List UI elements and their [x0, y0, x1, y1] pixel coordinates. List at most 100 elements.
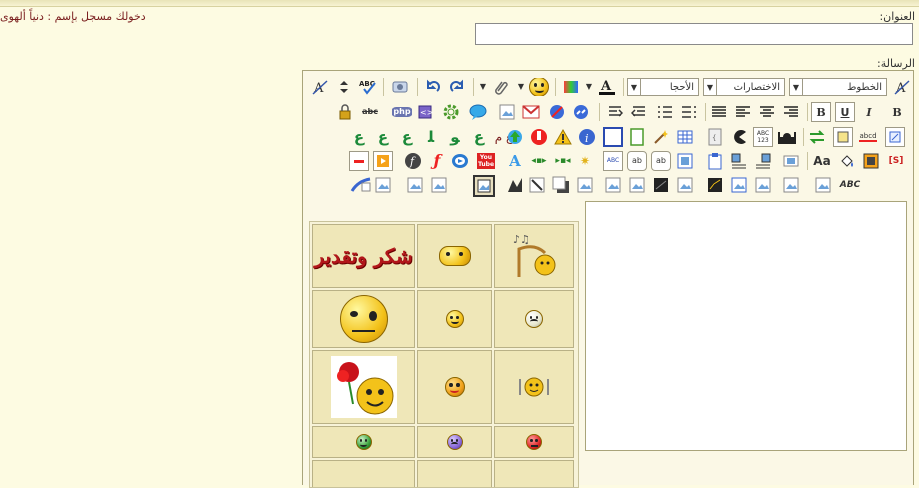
real-player-icon[interactable]: [449, 151, 469, 171]
smilie-icon[interactable]: [527, 77, 551, 97]
flash-icon[interactable]: ƒ: [427, 151, 447, 171]
size-select[interactable]: ▼ الأحجا: [627, 78, 699, 96]
music-harp-smilie[interactable]: ♪♫: [494, 224, 574, 288]
spellcheck-icon[interactable]: ABC: [357, 77, 379, 97]
angry-smilie[interactable]: [494, 426, 574, 458]
image-placeholder-8-icon[interactable]: [729, 175, 749, 195]
box-frame-icon[interactable]: [603, 127, 623, 147]
undo-icon[interactable]: [423, 77, 443, 97]
image-frame-icon[interactable]: [675, 151, 695, 171]
image-placeholder-6-icon[interactable]: [627, 175, 647, 195]
background-color-icon[interactable]: [559, 77, 583, 97]
table-icon[interactable]: [675, 127, 695, 147]
lock-icon[interactable]: [335, 102, 355, 122]
image-placeholder-11-icon[interactable]: [813, 175, 833, 195]
skeptic-smilie[interactable]: [312, 290, 415, 348]
rose-smilie[interactable]: [312, 350, 415, 424]
horizontal-rule-icon[interactable]: [349, 151, 369, 171]
settings-gear-icon[interactable]: [441, 102, 461, 122]
shortcuts-select[interactable]: ▼ الاختصارات: [703, 78, 785, 96]
title-input[interactable]: [475, 23, 913, 45]
swap-direction-icon[interactable]: [335, 77, 353, 97]
preview-icon[interactable]: [389, 77, 411, 97]
paint-brush-icon[interactable]: [349, 175, 373, 195]
italic-button[interactable]: I: [859, 102, 879, 122]
rtl-direction-icon[interactable]: [629, 102, 649, 122]
dollar-tag-icon[interactable]: [S]: [885, 151, 907, 171]
smilie-cell-empty-1[interactable]: [312, 460, 415, 487]
align-left-icon[interactable]: [733, 102, 753, 122]
redo-icon[interactable]: [447, 77, 467, 97]
border-icon[interactable]: [833, 127, 853, 147]
image-placeholder-3-icon[interactable]: [429, 175, 449, 195]
justify-icon[interactable]: [709, 102, 729, 122]
smilie-cell-empty-3[interactable]: [494, 460, 574, 487]
info-icon[interactable]: i: [577, 127, 597, 147]
php-icon[interactable]: php: [391, 102, 413, 122]
email-icon[interactable]: [521, 102, 541, 122]
ab-button-1[interactable]: ab: [627, 151, 647, 171]
smilie-dropdown-arrow-icon[interactable]: ▼: [515, 77, 527, 97]
font-style-icon[interactable]: A: [891, 77, 913, 97]
marquee-left-icon[interactable]: ◂▪▸: [527, 151, 551, 171]
sad-smilie[interactable]: [417, 426, 492, 458]
image-placeholder-1-icon[interactable]: [373, 175, 393, 195]
html-code-icon[interactable]: <>: [415, 102, 435, 122]
arabic-letter-3-icon[interactable]: ع: [397, 127, 417, 147]
photo-effect-1-icon[interactable]: [505, 175, 525, 195]
fill-bucket-icon[interactable]: [837, 151, 857, 171]
warning-icon[interactable]: [553, 127, 573, 147]
ordered-list-icon[interactable]: [655, 102, 675, 122]
flat-smilie[interactable]: [417, 224, 492, 288]
scroll-text-icon[interactable]: [885, 127, 905, 147]
document-icon[interactable]: {: [705, 127, 725, 147]
image-placeholder-2-icon[interactable]: [405, 175, 425, 195]
page-green-icon[interactable]: [627, 127, 647, 147]
insert-link-icon[interactable]: [571, 102, 591, 122]
arabic-letter-4-icon[interactable]: ﻠ: [421, 127, 441, 147]
image-placeholder-10-icon[interactable]: [781, 175, 801, 195]
small-smile-smilie[interactable]: [417, 290, 492, 348]
image-right-icon[interactable]: [753, 151, 773, 171]
pacman-icon[interactable]: [729, 127, 749, 147]
abc-style-icon[interactable]: ABC: [837, 175, 863, 195]
clipboard-icon[interactable]: [705, 151, 725, 171]
bold-alt-button[interactable]: B: [887, 102, 907, 122]
mosque-icon[interactable]: [777, 127, 797, 147]
magic-wand-icon[interactable]: [651, 127, 671, 147]
gallery-icon[interactable]: [861, 151, 881, 171]
dark-photo-icon[interactable]: [651, 175, 671, 195]
message-textarea[interactable]: [585, 201, 907, 451]
font-face-icon[interactable]: Aa: [811, 151, 833, 171]
youtube-icon[interactable]: You Tube: [475, 151, 497, 171]
image-center-icon[interactable]: [781, 151, 801, 171]
image-placeholder-7-icon[interactable]: [675, 175, 695, 195]
thanks-smilie[interactable]: شكر وتقدير: [312, 224, 415, 288]
swap-arrows-icon[interactable]: [807, 127, 827, 147]
align-center-icon[interactable]: [757, 102, 777, 122]
crying-smilie[interactable]: [494, 290, 574, 348]
grin-smilie[interactable]: [312, 426, 415, 458]
glow-text-icon[interactable]: A: [505, 151, 525, 171]
remove-link-icon[interactable]: [547, 102, 567, 122]
align-right-icon[interactable]: [781, 102, 801, 122]
globe-arrow-icon[interactable]: [505, 127, 525, 147]
arabic-letter-6-icon[interactable]: ع: [469, 127, 489, 147]
quote-bubble-icon[interactable]: [467, 102, 489, 122]
insert-image-icon[interactable]: [497, 102, 517, 122]
abc-123-icon[interactable]: ABC 123: [753, 127, 773, 147]
media-player-icon[interactable]: [373, 151, 393, 171]
abcd-icon[interactable]: abcd: [857, 127, 879, 147]
arabic-letter-2-icon[interactable]: ع: [373, 127, 393, 147]
sparkle-icon[interactable]: ✷: [575, 151, 595, 171]
smilie-cell-empty-2[interactable]: [417, 460, 492, 487]
image-placeholder-5-icon[interactable]: [603, 175, 623, 195]
image-placeholder-4-icon[interactable]: [575, 175, 595, 195]
ltr-direction-icon[interactable]: [605, 102, 625, 122]
attachment-icon[interactable]: [491, 77, 511, 97]
tongue-smilie[interactable]: [417, 350, 492, 424]
underline-button[interactable]: U: [835, 102, 855, 122]
font-select[interactable]: ▼ الخطوط: [789, 78, 887, 96]
arabic-letter-5-icon[interactable]: ﻮ: [445, 127, 465, 147]
ab-button-2[interactable]: ab: [651, 151, 671, 171]
